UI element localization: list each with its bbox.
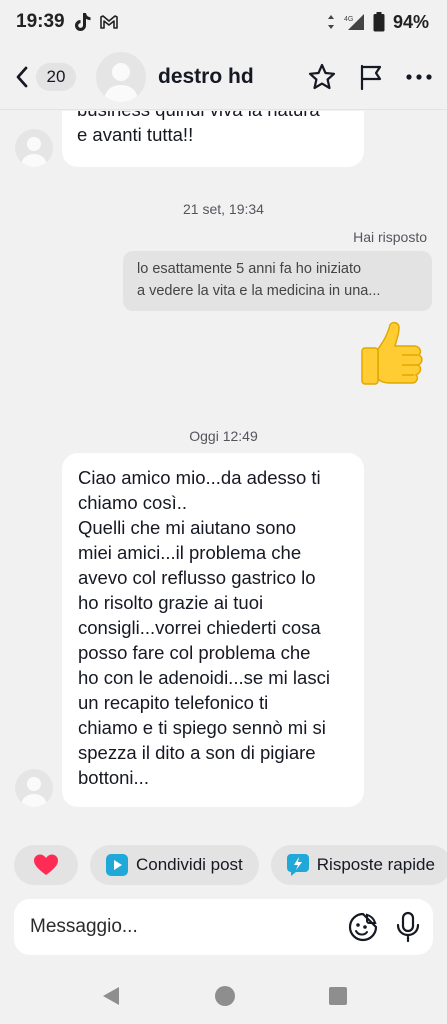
tiktok-icon bbox=[73, 12, 91, 32]
microphone-icon[interactable] bbox=[395, 911, 421, 943]
back-button[interactable]: 20 bbox=[14, 62, 76, 91]
sender-avatar[interactable] bbox=[15, 129, 53, 167]
message-line: bottoni... bbox=[78, 767, 149, 788]
message-line: consigli...vorrei chiederti cosa bbox=[78, 617, 321, 638]
share-post-button[interactable]: Condividi post bbox=[90, 845, 259, 885]
message-line: avevo col reflusso gastrico lo bbox=[78, 567, 316, 588]
more-icon[interactable] bbox=[405, 72, 433, 82]
message-line: miei amici...il problema che bbox=[78, 542, 302, 563]
share-post-label: Condividi post bbox=[136, 855, 243, 874]
message-input[interactable] bbox=[30, 916, 347, 938]
default-avatar-icon bbox=[104, 62, 138, 102]
heart-reaction-button[interactable] bbox=[14, 845, 78, 885]
incoming-message[interactable]: Ciao amico mio...da adesso ti chiamo cos… bbox=[62, 453, 364, 807]
quick-replies-button[interactable]: Risposte rapide bbox=[270, 845, 447, 885]
play-share-icon bbox=[106, 854, 128, 876]
message-line: ho risolto grazie ai tuoi bbox=[78, 592, 264, 613]
status-time: 19:39 bbox=[16, 11, 65, 32]
incoming-message-partial[interactable]: business quindi viva la natura e avanti … bbox=[62, 111, 364, 167]
status-bar: 19:39 4G 94% bbox=[0, 0, 447, 44]
flag-icon[interactable] bbox=[357, 62, 385, 92]
message-line: ho con le adenoidi...se mi lasci bbox=[78, 667, 330, 688]
message-line: posso fare col problema che bbox=[78, 642, 311, 663]
nav-home-icon[interactable] bbox=[214, 985, 236, 1007]
system-nav-bar bbox=[0, 968, 447, 1024]
default-avatar-icon bbox=[21, 137, 47, 167]
header-actions bbox=[307, 62, 433, 92]
reply-preview-line: lo esattamente 5 anni fa ho iniziato bbox=[137, 261, 362, 277]
lightning-chat-icon bbox=[286, 854, 309, 876]
default-avatar-icon bbox=[21, 777, 47, 807]
timestamp: Oggi 12:49 bbox=[189, 428, 258, 444]
reply-preview[interactable]: lo esattamente 5 anni fa ho iniziato a v… bbox=[123, 251, 432, 311]
quick-replies-label: Risposte rapide bbox=[316, 855, 435, 874]
message-line: chiamo e ti spiego sennò mi si bbox=[78, 717, 326, 738]
message-list[interactable]: business quindi viva la natura e avanti … bbox=[0, 111, 447, 836]
timestamp: 21 set, 19:34 bbox=[183, 201, 264, 217]
battery-percent: 94% bbox=[392, 11, 429, 32]
contact-name[interactable]: destro hd bbox=[158, 65, 307, 89]
replied-label: Hai risposto bbox=[353, 229, 427, 245]
message-line: spezza il dito a son di pigiare bbox=[78, 742, 316, 763]
reply-preview-line: a vedere la vita e la medicina in una... bbox=[137, 283, 381, 299]
sender-avatar[interactable] bbox=[15, 769, 53, 807]
chat-header: 20 destro hd bbox=[0, 44, 447, 110]
back-chevron-icon bbox=[14, 65, 30, 89]
contact-avatar[interactable] bbox=[96, 51, 146, 102]
sticker-emoji-icon[interactable] bbox=[347, 911, 379, 943]
message-line: un recapito telefonico ti bbox=[78, 692, 269, 713]
unread-count-badge: 20 bbox=[36, 62, 76, 91]
message-line: e avanti tutta!! bbox=[77, 124, 194, 145]
composer-icons bbox=[347, 911, 421, 943]
svg-text:4G: 4G bbox=[344, 16, 353, 23]
message-line: Quelli che mi aiutano sono bbox=[78, 517, 297, 538]
data-transfer-icon bbox=[327, 15, 335, 29]
status-left: 19:39 bbox=[16, 11, 119, 33]
nav-back-icon[interactable] bbox=[100, 985, 122, 1007]
nav-recents-icon[interactable] bbox=[328, 986, 348, 1006]
quick-actions-row: Condividi post Risposte rapide bbox=[14, 845, 447, 885]
gmail-icon bbox=[99, 14, 119, 30]
message-line: chiamo così.. bbox=[78, 492, 187, 513]
message-line: business quindi viva la natura bbox=[77, 111, 349, 122]
status-right: 4G 94% bbox=[327, 12, 429, 33]
star-icon[interactable] bbox=[307, 62, 337, 92]
heart-icon bbox=[34, 854, 58, 875]
battery-icon bbox=[373, 12, 385, 32]
message-composer bbox=[14, 899, 433, 955]
message-line: Ciao amico mio...da adesso ti bbox=[78, 467, 321, 488]
thumbs-up-icon bbox=[361, 321, 423, 385]
signal-4g-icon: 4G bbox=[343, 13, 365, 31]
thumbs-up-reaction[interactable] bbox=[356, 319, 428, 396]
